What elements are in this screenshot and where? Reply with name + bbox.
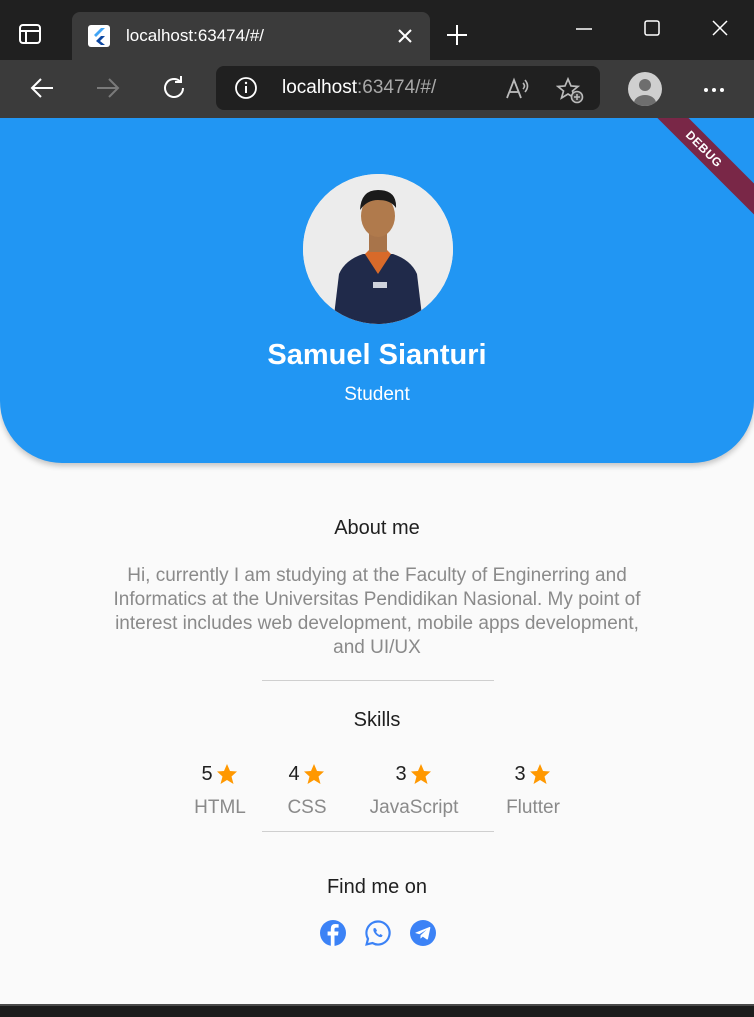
skill-item-css: 4 CSS (257, 761, 357, 819)
skill-name: CSS (287, 797, 327, 818)
rating-value: 3 (395, 762, 407, 785)
taskbar (0, 1004, 754, 1017)
skill-item-html: 5 HTML (170, 761, 270, 819)
skill-item-javascript: 3 JavaScript (364, 761, 464, 819)
url-host: localhost (282, 77, 357, 98)
skill-rating: 3 (364, 761, 464, 787)
close-window-icon[interactable] (708, 16, 732, 40)
profile-photo (303, 174, 453, 324)
address-bar[interactable]: localhost:63474/#/ (216, 66, 600, 110)
whatsapp-icon[interactable] (364, 919, 392, 947)
facebook-icon[interactable] (319, 919, 347, 947)
maximize-icon[interactable] (640, 16, 664, 40)
skills-title: Skills (353, 709, 401, 731)
star-icon (216, 764, 237, 784)
minimize-icon[interactable] (572, 16, 596, 40)
profile-name: Samuel Sianturi (267, 339, 487, 371)
star-icon (529, 764, 550, 784)
skill-rating: 3 (483, 761, 583, 787)
tab-actions-icon[interactable] (18, 22, 42, 46)
read-aloud-icon[interactable] (504, 76, 530, 102)
skill-name: JavaScript (369, 797, 459, 818)
page-viewport: Samuel Sianturi Student DEBUG About me H… (0, 118, 754, 1004)
new-tab-icon[interactable] (444, 22, 470, 48)
more-options-icon[interactable] (700, 76, 728, 104)
rating-value: 4 (288, 762, 300, 785)
skill-name: HTML (194, 797, 246, 818)
browser-tab-bar: localhost:63474/#/ (0, 0, 754, 60)
telegram-icon[interactable] (409, 919, 437, 947)
divider (262, 680, 494, 681)
skill-item-flutter: 3 Flutter (483, 761, 583, 819)
about-title: About me (334, 517, 420, 539)
rating-value: 5 (201, 762, 213, 785)
skill-rating: 5 (170, 761, 270, 787)
profile-header: Samuel Sianturi Student (0, 118, 754, 463)
skill-rating: 4 (257, 761, 357, 787)
skill-name: Flutter (506, 797, 560, 818)
url-text[interactable]: localhost:63474/#/ (282, 77, 436, 99)
rating-value: 3 (514, 762, 526, 785)
close-tab-icon[interactable] (394, 25, 416, 47)
info-icon[interactable] (234, 76, 258, 100)
refresh-icon[interactable] (160, 74, 188, 102)
profile-avatar-icon[interactable] (628, 72, 662, 106)
about-text: Hi, currently I am studying at the Facul… (113, 565, 641, 658)
back-arrow-icon[interactable] (28, 74, 56, 102)
star-icon (410, 764, 431, 784)
star-icon (303, 764, 324, 784)
add-favorite-icon[interactable] (556, 76, 584, 104)
divider (262, 831, 494, 832)
browser-toolbar: localhost:63474/#/ (0, 60, 754, 118)
browser-tab[interactable]: localhost:63474/#/ (72, 12, 430, 60)
forward-arrow-icon[interactable] (94, 74, 122, 102)
url-path: :63474/#/ (357, 77, 437, 98)
profile-role: Student (344, 384, 410, 405)
tab-title: localhost:63474/#/ (126, 26, 264, 45)
find-me-title: Find me on (326, 876, 428, 898)
flutter-favicon-icon (88, 25, 110, 47)
